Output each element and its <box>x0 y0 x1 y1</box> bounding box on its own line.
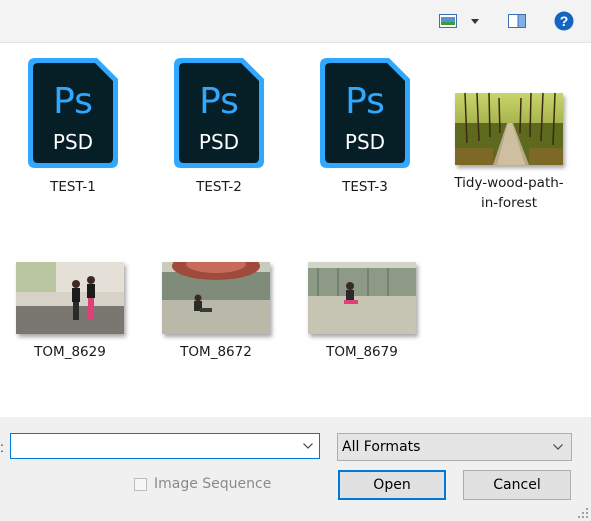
open-button-label: Open <box>373 477 411 493</box>
file-item-tom-8629[interactable]: TOM_8629 <box>5 262 135 362</box>
file-name: TEST-3 <box>342 179 388 195</box>
cancel-button[interactable]: Cancel <box>463 470 571 500</box>
file-name: TEST-2 <box>196 179 242 195</box>
photo-thumbnail <box>162 262 270 334</box>
svg-text:Ps: Ps <box>53 81 93 122</box>
file-item-tom-8679[interactable]: TOM_8679 <box>297 262 427 362</box>
photoshop-file-icon: Ps PSD <box>28 58 118 168</box>
file-name-input[interactable] <box>10 433 320 459</box>
image-sequence-label: Image Sequence <box>154 476 272 492</box>
file-name: TOM_8679 <box>326 344 398 360</box>
file-item-test-3[interactable]: Ps PSD TEST-3 <box>300 57 430 197</box>
file-format-select[interactable]: All Formats <box>337 433 572 461</box>
photo-thumbnail <box>308 262 416 334</box>
bottom-panel: : All Formats Image Sequence Open Cancel <box>0 417 591 521</box>
file-name: TEST-1 <box>50 179 96 195</box>
file-name-label: : <box>0 439 4 455</box>
chevron-down-icon[interactable] <box>551 439 565 455</box>
file-item-test-1[interactable]: Ps PSD TEST-1 <box>8 57 138 197</box>
cancel-button-label: Cancel <box>493 477 541 493</box>
svg-text:?: ? <box>560 13 569 29</box>
image-sequence-option[interactable]: Image Sequence <box>134 476 271 492</box>
file-name-line1: Tidy-wood-path- <box>454 175 564 191</box>
toolbar: ? <box>0 0 591 43</box>
preview-pane-icon[interactable] <box>439 10 457 32</box>
svg-text:PSD: PSD <box>53 130 93 154</box>
file-name-line2: in-forest <box>480 195 538 211</box>
chevron-down-icon[interactable] <box>301 438 315 454</box>
photoshop-file-icon: Ps PSD <box>174 58 264 168</box>
image-sequence-checkbox[interactable] <box>134 477 147 491</box>
file-name: TOM_8629 <box>34 344 106 360</box>
file-name: TOM_8672 <box>180 344 252 360</box>
forest-path-thumbnail <box>455 93 563 165</box>
file-item-test-2[interactable]: Ps PSD TEST-2 <box>154 57 284 197</box>
photo-thumbnail <box>16 262 124 334</box>
file-grid: Ps PSD TEST-1 Ps PSD TEST-2 Ps PSD TEST-… <box>0 43 591 417</box>
svg-text:PSD: PSD <box>345 130 385 154</box>
help-icon[interactable]: ? <box>553 10 575 32</box>
svg-text:Ps: Ps <box>199 81 239 122</box>
dropdown-arrow-icon[interactable] <box>470 10 480 32</box>
file-item-tidy-wood-path[interactable]: Tidy-wood-path- in-forest <box>444 93 574 213</box>
resize-grip-icon[interactable] <box>577 507 589 519</box>
view-toggle-icon[interactable] <box>508 10 526 32</box>
svg-text:Ps: Ps <box>345 81 385 122</box>
file-item-tom-8672[interactable]: TOM_8672 <box>151 262 281 362</box>
format-selected-label: All Formats <box>342 439 421 455</box>
photoshop-file-icon: Ps PSD <box>320 58 410 168</box>
svg-text:PSD: PSD <box>199 130 239 154</box>
open-button[interactable]: Open <box>338 470 446 500</box>
